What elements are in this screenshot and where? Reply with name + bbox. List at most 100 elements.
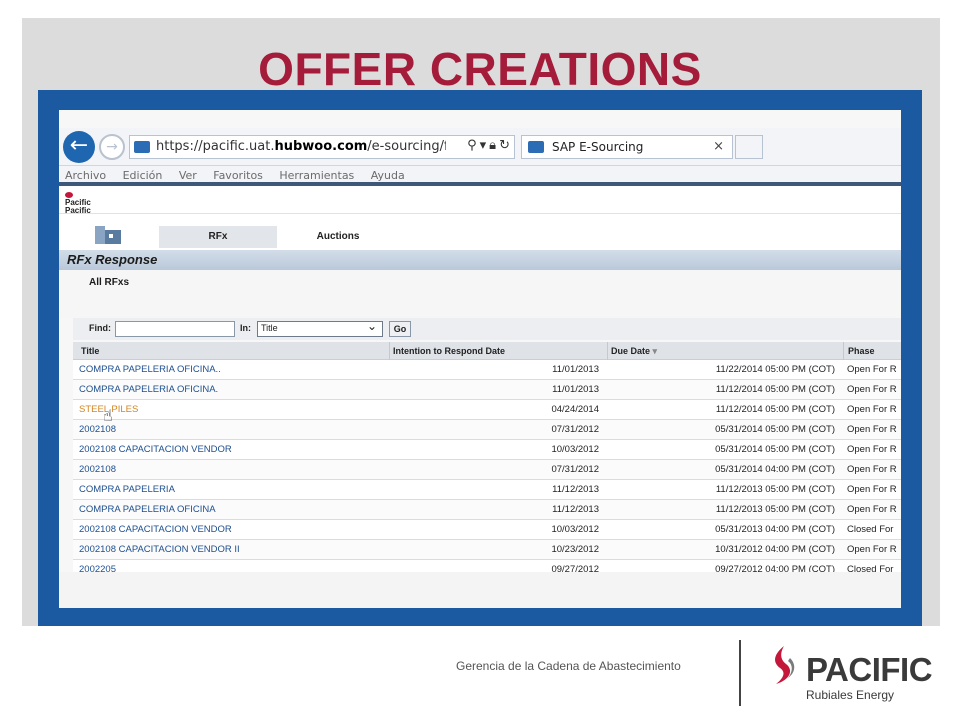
phase: Open For R bbox=[847, 444, 897, 455]
browser-menu-bar: Archivo Edición Ver Favoritos Herramient… bbox=[59, 166, 901, 182]
phase: Open For R bbox=[847, 424, 897, 435]
pacific-small-logo: Pacific Pacific bbox=[65, 192, 91, 215]
phase: Open For R bbox=[847, 504, 897, 515]
address-bar[interactable]: https://pacific.uat.hubwoo.com/e-sourcin… bbox=[129, 135, 515, 159]
logo-tagline: Rubiales Energy bbox=[806, 688, 895, 702]
intention-date: 10/23/2012 bbox=[551, 544, 599, 555]
table-row[interactable]: 2002108 07/31/2012 05/31/2014 05:00 PM (CO… bbox=[73, 420, 901, 440]
url-prefix: https://pacific.uat. bbox=[156, 139, 275, 154]
due-date: 11/12/2014 05:00 PM (COT) bbox=[715, 404, 835, 415]
section-header-bar bbox=[59, 250, 901, 270]
tab-rfx[interactable]: RFx bbox=[159, 226, 277, 248]
url-path: /e-sourcing/fsvenc bbox=[367, 139, 446, 154]
sap-favicon-icon bbox=[134, 141, 150, 153]
table-row[interactable]: 2002108 CAPACITACION VENDOR II 10/23/2012… bbox=[73, 540, 901, 560]
new-tab-button[interactable] bbox=[735, 135, 763, 159]
chevron-down-icon[interactable]: ⌄ bbox=[367, 319, 377, 333]
menu-item-ver[interactable]: Ver bbox=[179, 169, 197, 182]
phase: Open For R bbox=[847, 464, 897, 475]
intention-date: 10/03/2012 bbox=[551, 444, 599, 455]
forward-arrow-icon[interactable]: → bbox=[99, 134, 125, 160]
due-date: 11/22/2014 05:00 PM (COT) bbox=[715, 364, 835, 375]
phase: Closed For bbox=[847, 524, 894, 535]
tab-title: SAP E-Sourcing bbox=[552, 140, 644, 154]
screen-bottom-area bbox=[59, 572, 901, 608]
sort-desc-icon: ▾ bbox=[652, 346, 658, 356]
table-row[interactable]: COMPRA PAPELERIA OFICINA.. 11/01/2013 11/2… bbox=[73, 360, 901, 380]
menu-item-archivo[interactable]: Archivo bbox=[65, 169, 106, 182]
table-row[interactable]: STEEL PILES 04/24/2014 11/12/2014 05:00 PM… bbox=[73, 400, 901, 420]
url-domain: hubwoo.com bbox=[274, 139, 368, 154]
search-icon[interactable]: ⚲ bbox=[467, 138, 477, 153]
rfx-title-link[interactable]: 2002108 CAPACITACION VENDOR bbox=[79, 520, 232, 540]
address-url[interactable]: https://pacific.uat.hubwoo.com/e-sourcin… bbox=[156, 139, 446, 154]
rfx-title-link[interactable]: 2002108 bbox=[79, 460, 116, 480]
intention-date: 10/03/2012 bbox=[551, 524, 599, 535]
intention-date: 11/01/2013 bbox=[552, 384, 599, 395]
menu-item-herramientas[interactable]: Herramientas bbox=[279, 169, 354, 182]
menu-item-favoritos[interactable]: Favoritos bbox=[213, 169, 263, 182]
due-date: 11/12/2013 05:00 PM (COT) bbox=[715, 484, 835, 495]
back-arrow-icon[interactable]: ← bbox=[63, 131, 95, 163]
in-select-value: Title bbox=[261, 323, 278, 333]
menu-item-edicion[interactable]: Edición bbox=[123, 169, 163, 182]
table-row[interactable]: 2002108 CAPACITACION VENDOR 10/03/2012 05/… bbox=[73, 440, 901, 460]
browser-tab-sap-e-sourcing[interactable]: SAP E-Sourcing × bbox=[521, 135, 733, 159]
due-date: 10/31/2012 04:00 PM (COT) bbox=[715, 544, 835, 555]
phase: Open For R bbox=[847, 544, 897, 555]
rfx-title-link[interactable]: COMPRA PAPELERIA bbox=[79, 480, 175, 500]
due-date: 05/31/2014 04:00 PM (COT) bbox=[715, 464, 835, 475]
intention-date: 04/24/2014 bbox=[551, 404, 599, 415]
find-label: Find: bbox=[89, 323, 111, 333]
phase: Open For R bbox=[847, 404, 897, 415]
intention-date: 07/31/2012 bbox=[551, 464, 599, 475]
browser-screenshot: ← → https://pacific.uat.hubwoo.com/e-sou… bbox=[59, 110, 901, 608]
sub-header-area bbox=[59, 270, 901, 318]
column-header-phase[interactable]: Phase bbox=[848, 346, 875, 356]
column-header-intention[interactable]: Intention to Respond Date bbox=[393, 346, 505, 356]
column-header-due-date[interactable]: Due Date ▾ bbox=[611, 346, 657, 357]
sap-tab-icon bbox=[528, 141, 544, 153]
app-header bbox=[59, 186, 901, 214]
table-row[interactable]: COMPRA PAPELERIA OFICINA. 11/01/2013 11/12… bbox=[73, 380, 901, 400]
phase: Open For R bbox=[847, 484, 897, 495]
table-row[interactable]: 2002108 07/31/2012 05/31/2014 04:00 PM (CO… bbox=[73, 460, 901, 480]
hand-cursor-icon: ☝︎ bbox=[103, 406, 113, 425]
refresh-icon[interactable]: ↻ bbox=[499, 138, 510, 153]
phase: Open For R bbox=[847, 384, 897, 395]
due-date-label: Due Date bbox=[611, 346, 651, 356]
due-date: 11/12/2013 05:00 PM (COT) bbox=[715, 504, 835, 515]
go-button[interactable]: Go bbox=[389, 321, 411, 337]
column-divider bbox=[843, 342, 844, 360]
due-date: 05/31/2014 05:00 PM (COT) bbox=[715, 444, 835, 455]
intention-date: 11/01/2013 bbox=[552, 364, 599, 375]
phase: Open For R bbox=[847, 364, 897, 375]
due-date: 05/31/2013 04:00 PM (COT) bbox=[715, 524, 835, 535]
tab-auctions[interactable]: Auctions bbox=[295, 226, 381, 248]
dropdown-icon[interactable]: ▾ bbox=[480, 138, 487, 153]
table-row[interactable]: COMPRA PAPELERIA 11/12/2013 11/12/2013 05:… bbox=[73, 480, 901, 500]
due-date: 11/12/2014 05:00 PM (COT) bbox=[715, 384, 835, 395]
lock-icon: 🔒︎ bbox=[489, 138, 497, 153]
address-icons: ⚲ ▾ 🔒︎ ↻ bbox=[464, 138, 510, 153]
column-header-title[interactable]: Title bbox=[81, 346, 99, 356]
sub-title: All RFxs bbox=[89, 277, 130, 288]
column-divider bbox=[607, 342, 608, 360]
rfx-title-link[interactable]: COMPRA PAPELERIA OFICINA. bbox=[79, 380, 218, 400]
rfx-title-link[interactable]: 2002108 CAPACITACION VENDOR bbox=[79, 440, 232, 460]
rfx-title-link[interactable]: COMPRA PAPELERIA OFICINA bbox=[79, 500, 216, 520]
menu-item-ayuda[interactable]: Ayuda bbox=[371, 169, 405, 182]
table-row[interactable]: 2002108 CAPACITACION VENDOR 10/03/2012 05/… bbox=[73, 520, 901, 540]
footer-divider bbox=[739, 640, 741, 706]
intention-date: 07/31/2012 bbox=[551, 424, 599, 435]
find-input[interactable] bbox=[115, 321, 235, 337]
intention-date: 11/12/2013 bbox=[552, 504, 599, 515]
section-title: RFx Response bbox=[67, 252, 158, 267]
home-icon[interactable] bbox=[93, 224, 123, 244]
rfx-title-link[interactable]: 2002108 CAPACITACION VENDOR II bbox=[79, 540, 240, 560]
tab-close-icon[interactable]: × bbox=[713, 139, 724, 154]
footer-text: Gerencia de la Cadena de Abastecimiento bbox=[456, 659, 681, 673]
rfx-title-link[interactable]: COMPRA PAPELERIA OFICINA.. bbox=[79, 360, 221, 380]
table-row[interactable]: COMPRA PAPELERIA OFICINA 11/12/2013 11/12/… bbox=[73, 500, 901, 520]
slide-title: OFFER CREATIONS bbox=[258, 43, 702, 95]
